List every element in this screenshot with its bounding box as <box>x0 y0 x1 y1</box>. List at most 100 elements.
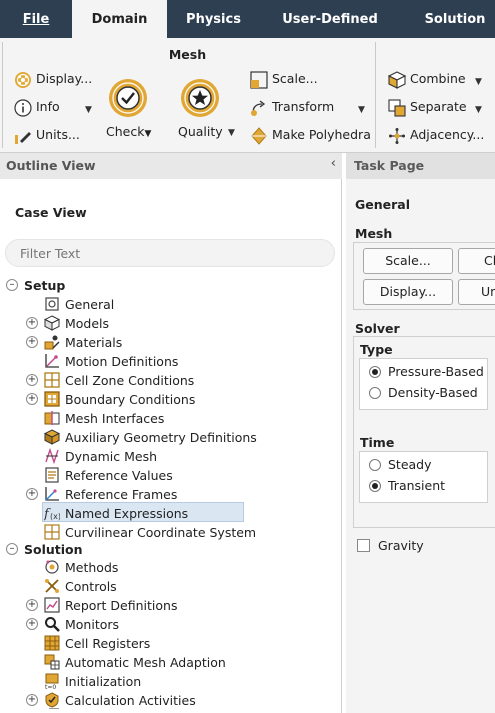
combine-icon <box>388 70 406 89</box>
steady-radio[interactable]: Steady <box>369 457 432 472</box>
expand-toggle-icon[interactable]: + <box>26 393 38 405</box>
task-page-title: Task Page <box>354 158 425 173</box>
expand-toggle-icon[interactable]: + <box>26 336 38 348</box>
cell-registers-icon <box>44 635 60 651</box>
density-based-radio[interactable]: Density-Based <box>369 385 478 400</box>
units-mesh-button[interactable]: Un <box>458 279 495 305</box>
display-button[interactable]: Display... <box>14 69 92 89</box>
gravity-checkbox[interactable]: Gravity <box>357 538 424 553</box>
tree-item-automatic-mesh-adaption[interactable]: Automatic Mesh Adaption <box>44 653 226 672</box>
tree-item-cell-zone-conditions[interactable]: Cell Zone Conditions <box>44 371 194 390</box>
tree-item-cell-registers[interactable]: Cell Registers <box>44 634 150 653</box>
check-mesh-button[interactable]: Ch <box>458 248 495 274</box>
tree-item-controls[interactable]: Controls <box>44 577 117 596</box>
tree-section-solution[interactable]: Solution <box>24 540 83 559</box>
scale-label: Scale... <box>272 71 318 86</box>
radio-unselected-icon <box>369 387 381 399</box>
collapse-panel-icon[interactable]: ‹ <box>331 156 336 171</box>
tab-file-label: File <box>22 12 50 27</box>
tree-item-dynamic-mesh[interactable]: Dynamic Mesh <box>44 447 157 466</box>
density-based-label: Density-Based <box>388 385 478 400</box>
scale-button[interactable]: Scale... <box>250 69 318 89</box>
mesh-section-label: Mesh <box>355 226 393 241</box>
cell-zone-icon <box>44 372 60 388</box>
motion-definitions-icon <box>44 353 60 369</box>
check-button[interactable]: Check▼ <box>106 78 151 139</box>
expand-toggle-icon[interactable]: + <box>26 488 38 500</box>
tree-item-monitors[interactable]: Monitors <box>44 615 119 634</box>
expand-toggle-icon[interactable]: + <box>26 374 38 386</box>
tree-item-initialization[interactable]: t=0 Initialization <box>44 672 141 691</box>
collapse-toggle-icon[interactable]: – <box>6 543 18 555</box>
check-icon <box>108 78 148 118</box>
quality-label: Quality <box>178 124 223 139</box>
tree-item-calculation-activities[interactable]: Calculation Activities <box>44 691 196 710</box>
expand-toggle-icon[interactable]: + <box>26 694 38 706</box>
pressure-based-radio[interactable]: Pressure-Based <box>369 364 484 379</box>
tab-user-defined[interactable]: User-Defined <box>260 0 400 38</box>
task-page-header: Task Page <box>346 153 495 179</box>
reference-values-icon <box>44 467 60 483</box>
tab-physics[interactable]: Physics <box>167 0 260 38</box>
tree-item-label: Materials <box>65 335 123 350</box>
tree-item-label: Dynamic Mesh <box>65 449 158 464</box>
tree-item-label: Boundary Conditions <box>65 392 196 407</box>
quality-dropdown-icon[interactable]: ▼ <box>228 128 235 138</box>
tree-item-auxiliary-geometry[interactable]: Auxiliary Geometry Definitions <box>44 428 257 447</box>
transform-button[interactable]: Transform <box>250 97 334 117</box>
tree-item-report-definitions[interactable]: Report Definitions <box>44 596 177 615</box>
controls-icon <box>44 578 60 594</box>
tree-item-label: Monitors <box>65 617 120 632</box>
quality-button[interactable]: Quality <box>178 78 223 139</box>
separate-dropdown-icon[interactable]: ▼ <box>475 105 482 115</box>
expand-toggle-icon[interactable]: + <box>26 618 38 630</box>
tree-item-materials[interactable]: Materials <box>44 333 122 352</box>
ribbon-tab-bar: File Domain Physics User-Defined Solutio… <box>0 0 495 39</box>
info-button[interactable]: Info <box>14 97 60 117</box>
tree-item-reference-frames[interactable]: Reference Frames <box>44 485 177 504</box>
display-mesh-button[interactable]: Display... <box>363 279 453 305</box>
tree-item-label: Reference Values <box>65 468 173 483</box>
mesh-group-title: Mesh <box>168 47 207 62</box>
units-button[interactable]: Units... <box>14 125 80 145</box>
scale-mesh-button[interactable]: Scale... <box>363 248 453 274</box>
transient-radio[interactable]: Transient <box>369 478 445 493</box>
units-icon <box>14 127 32 145</box>
tree-item-label: Curvilinear Coordinate System <box>65 525 257 540</box>
tree-item-label: Mesh Interfaces <box>65 411 165 426</box>
tree-item-label: Named Expressions <box>65 506 189 521</box>
expand-toggle-icon[interactable]: + <box>26 599 38 611</box>
tab-file[interactable]: File <box>0 0 72 38</box>
expand-toggle-icon[interactable]: + <box>26 317 38 329</box>
adjacency-button[interactable]: Adjacency... <box>388 125 484 145</box>
transform-dropdown-icon[interactable]: ▼ <box>358 105 365 115</box>
separate-icon <box>388 98 406 117</box>
info-dropdown-icon[interactable]: ▼ <box>85 105 92 115</box>
tree-item-mesh-interfaces[interactable]: Mesh Interfaces <box>44 409 164 428</box>
tree-section-setup[interactable]: Setup <box>24 276 65 295</box>
collapse-toggle-icon[interactable]: – <box>6 279 18 291</box>
make-polyhedra-button[interactable]: Make Polyhedra <box>250 125 371 145</box>
tree-item-reference-values[interactable]: Reference Values <box>44 466 173 485</box>
tree-item-general[interactable]: General <box>44 295 114 314</box>
svg-text:(x): (x) <box>50 512 60 521</box>
tree-item-named-expressions[interactable]: f (x) Named Expressions <box>44 504 188 523</box>
separate-button[interactable]: Separate <box>388 97 467 117</box>
tree-item-motion-definitions[interactable]: Motion Definitions <box>44 352 178 371</box>
tree-item-label: General <box>65 297 115 312</box>
function-icon: f (x) <box>44 505 60 521</box>
tab-domain[interactable]: Domain <box>72 0 167 39</box>
combine-button[interactable]: Combine <box>388 69 466 89</box>
gravity-label: Gravity <box>378 538 424 553</box>
tab-solution[interactable]: Solution <box>400 0 495 38</box>
boundary-conditions-icon <box>44 391 60 407</box>
tree-item-methods[interactable]: Methods <box>44 558 118 577</box>
tree-item-models[interactable]: Models <box>44 314 109 333</box>
initialization-icon: t=0 <box>44 673 60 689</box>
combine-dropdown-icon[interactable]: ▼ <box>475 77 482 87</box>
polyhedra-icon <box>250 126 268 145</box>
filter-text-input[interactable] <box>5 239 335 267</box>
tree-item-label: Calculation Activities <box>65 693 196 708</box>
task-page-panel: Task Page General Mesh Scale... Ch Displ… <box>346 153 495 713</box>
tree-item-boundary-conditions[interactable]: Boundary Conditions <box>44 390 195 409</box>
